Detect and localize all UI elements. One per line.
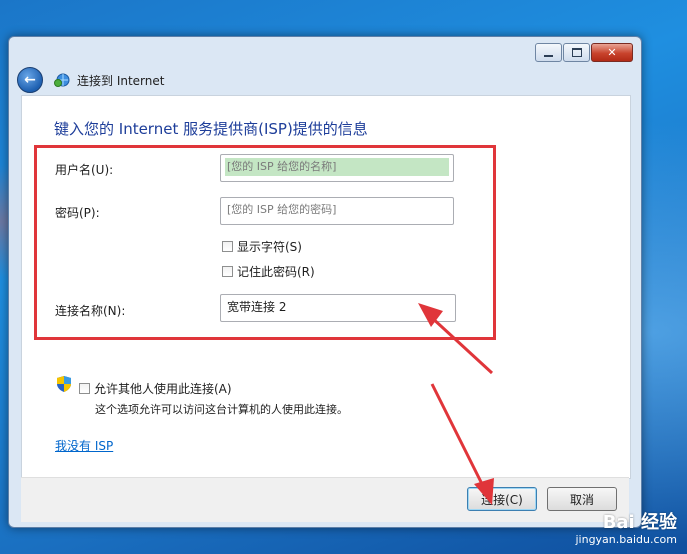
title-bar[interactable]: ✕: [9, 37, 641, 67]
baidu-watermark: Bai 经验 jingyan.baidu.com: [575, 512, 677, 547]
page-heading: 键入您的 Internet 服务提供商(ISP)提供的信息: [54, 120, 368, 138]
maximize-button[interactable]: [563, 43, 590, 62]
no-isp-link[interactable]: 我没有 ISP: [55, 437, 113, 454]
watermark-main: Bai 经验: [602, 512, 677, 533]
maximize-icon: [571, 48, 582, 57]
back-arrow-icon: ←: [24, 72, 36, 88]
allow-others-box[interactable]: [79, 383, 90, 394]
back-button[interactable]: ←: [17, 67, 43, 93]
connect-button[interactable]: 连接(C): [467, 487, 537, 511]
allow-others-description: 这个选项允许可以访问这台计算机的人使用此连接。: [95, 403, 348, 416]
minimize-icon: [544, 54, 553, 57]
wizard-footer: [21, 477, 629, 522]
cancel-button[interactable]: 取消: [547, 487, 617, 511]
close-button[interactable]: ✕: [591, 43, 633, 62]
annotation-highlight-box: [34, 145, 496, 340]
wizard-title: 连接到 Internet: [77, 73, 165, 88]
network-icon: [53, 71, 71, 89]
allow-others-checkbox[interactable]: 允许其他人使用此连接(A): [79, 380, 232, 397]
wizard-nav-bar: ← 连接到 Internet: [17, 65, 633, 95]
caption-buttons: ✕: [534, 43, 633, 62]
minimize-button[interactable]: [535, 43, 562, 62]
uac-shield-icon: [57, 376, 71, 392]
watermark-sub: jingyan.baidu.com: [575, 533, 677, 546]
close-icon: ✕: [607, 46, 617, 59]
allow-others-label: 允许其他人使用此连接(A): [94, 382, 232, 396]
